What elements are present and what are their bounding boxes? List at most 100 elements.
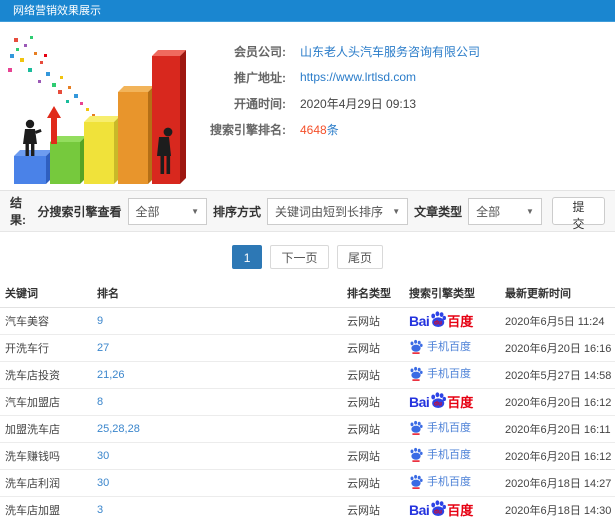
open-time-value: 2020年4月29日 09:13 xyxy=(300,96,417,111)
mobile-baidu-paw-icon xyxy=(410,420,423,435)
col-header-keyword: 关键词 xyxy=(0,280,92,308)
rank-value-link[interactable]: 30 xyxy=(97,450,109,462)
table-row: 汽车美容 9 云网站 Bai du 百度 2020年6月5日 11:24 xyxy=(0,307,615,335)
updated-cell: 2020年6月20日 16:12 xyxy=(500,388,615,416)
col-header-rank-type: 排名类型 xyxy=(342,280,404,308)
rank-cell: 21,26 xyxy=(92,361,342,389)
table-row: 汽车加盟店 8 云网站 Bai du 百度 2020年6月20日 16:12 xyxy=(0,388,615,416)
rank-value-link[interactable]: 27 xyxy=(97,342,109,354)
rank-cell: 8 xyxy=(92,388,342,416)
updated-cell: 2020年6月20日 16:11 xyxy=(500,415,615,443)
rank-type-cell: 云网站 xyxy=(342,361,404,389)
svg-text:du: du xyxy=(434,400,442,407)
keyword-cell: 开洗车行 xyxy=(0,334,92,362)
pagination: 1 下一页 尾页 xyxy=(0,232,615,280)
engine-filter-label: 分搜索引擎查看 xyxy=(37,204,122,219)
promo-url-label: 推广地址: xyxy=(234,70,286,85)
last-page-button[interactable]: 尾页 xyxy=(336,245,383,269)
rank-value-link[interactable]: 25,28,28 xyxy=(97,423,140,435)
page-header: 网络营销效果展示 xyxy=(0,0,615,22)
company-name-link[interactable]: 山东老人头汽车服务咨询有限公司 xyxy=(300,43,480,60)
rank-value-link[interactable]: 8 xyxy=(97,396,103,408)
rank-type-cell: 云网站 xyxy=(342,307,404,335)
confetti-dots xyxy=(8,36,95,117)
rank-cell: 3 xyxy=(92,496,342,520)
updated-cell: 2020年5月27日 14:58 xyxy=(500,361,615,389)
updated-cell: 2020年6月18日 14:27 xyxy=(500,469,615,497)
info-row-url: 推广地址: https://www.lrtlsd.com xyxy=(190,64,480,90)
submit-button[interactable]: 提交 xyxy=(551,197,605,231)
company-label: 会员公司: xyxy=(234,44,286,59)
table-row: 洗车店加盟 3 云网站 Bai du 百度 2020年6月18日 14:30 xyxy=(0,496,615,520)
open-time-label: 开通时间: xyxy=(234,96,286,111)
chevron-down-icon: ▼ xyxy=(392,206,401,216)
updated-cell: 2020年6月18日 14:30 xyxy=(500,496,615,520)
rank-cell: 30 xyxy=(92,442,342,470)
engine-cell: Bai du 百度 xyxy=(404,307,500,335)
rank-value-link[interactable]: 9 xyxy=(97,315,103,327)
rank-cell: 27 xyxy=(92,334,342,362)
sort-label: 排序方式 xyxy=(213,204,262,219)
chevron-down-icon: ▼ xyxy=(525,206,534,216)
bar-yellow xyxy=(84,116,120,184)
bar-orange xyxy=(118,86,154,184)
engine-cell: Bai du 百度 xyxy=(404,388,500,416)
info-row-rank-count: 搜索引擎排名: 4648条 xyxy=(190,116,480,142)
table-row: 加盟洗车店 25,28,28 云网站 Bai du 百度 xyxy=(0,415,615,443)
mobile-baidu-logo: 手机百度 xyxy=(409,365,471,381)
keyword-cell: 洗车赚钱吗 xyxy=(0,442,92,470)
col-header-rank: 排名 xyxy=(92,280,342,308)
keyword-cell: 加盟洗车店 xyxy=(0,415,92,443)
updated-cell: 2020年6月5日 11:24 xyxy=(500,307,615,335)
promo-url-link[interactable]: https://www.lrtlsd.com xyxy=(300,70,416,84)
engine-rank-value: 4648条 xyxy=(300,121,339,138)
company-info-list: 会员公司: 山东老人头汽车服务咨询有限公司 推广地址: https://www.… xyxy=(190,28,480,190)
page-title: 网络营销效果展示 xyxy=(13,5,101,17)
rank-type-cell: 云网站 xyxy=(342,334,404,362)
rank-unit: 条 xyxy=(326,122,339,137)
mobile-baidu-logo: 手机百度 xyxy=(409,419,471,435)
article-type-select[interactable]: 全部 ▼ xyxy=(468,197,542,225)
table-row: 洗车赚钱吗 30 云网站 Bai du 百度 xyxy=(0,442,615,470)
sort-value: 关键词由短到长排序 xyxy=(275,204,384,219)
rank-count: 4648 xyxy=(300,122,327,137)
chevron-down-icon: ▼ xyxy=(191,206,200,216)
mobile-baidu-paw-icon xyxy=(410,366,423,381)
table-header-row: 关键词 排名 排名类型 搜索引擎类型 最新更新时间 xyxy=(0,280,615,308)
filter-controls: 分搜索引擎查看 全部 ▼ 排序方式 关键词由短到长排序 ▼ 文章类型 全部 ▼ … xyxy=(37,197,605,231)
col-header-engine-type: 搜索引擎类型 xyxy=(404,280,500,308)
baidu-logo: Bai du 百度 xyxy=(409,310,473,330)
rank-type-cell: 云网站 xyxy=(342,469,404,497)
keyword-cell: 汽车美容 xyxy=(0,307,92,335)
rank-type-cell: 云网站 xyxy=(342,442,404,470)
keyword-cell: 汽车加盟店 xyxy=(0,388,92,416)
result-label: 结果: xyxy=(10,196,26,227)
engine-rank-label: 搜索引擎排名: xyxy=(210,122,286,137)
rank-value-link[interactable]: 21,26 xyxy=(97,369,125,381)
col-header-updated: 最新更新时间 xyxy=(500,280,615,308)
company-info-section: 会员公司: 山东老人头汽车服务咨询有限公司 推广地址: https://www.… xyxy=(0,22,615,190)
engine-cell: Bai du 百度 xyxy=(404,361,500,389)
mobile-baidu-logo: 手机百度 xyxy=(409,338,471,354)
mobile-baidu-paw-icon xyxy=(410,447,423,462)
rank-cell: 30 xyxy=(92,469,342,497)
mobile-baidu-paw-icon xyxy=(410,474,423,489)
engine-cell: Bai du 百度 xyxy=(404,496,500,520)
sort-select[interactable]: 关键词由短到长排序 ▼ xyxy=(267,197,409,225)
mobile-baidu-paw-icon xyxy=(410,339,423,354)
svg-text:du: du xyxy=(434,319,442,326)
baidu-paw-icon: du xyxy=(431,499,447,516)
results-table: 关键词 排名 排名类型 搜索引擎类型 最新更新时间 汽车美容 9 云网站 Bai xyxy=(0,280,615,520)
baidu-logo: Bai du 百度 xyxy=(409,391,473,411)
article-type-value: 全部 xyxy=(476,204,501,219)
keyword-cell: 洗车店投资 xyxy=(0,361,92,389)
baidu-logo: Bai du 百度 xyxy=(409,499,473,519)
table-row: 洗车店投资 21,26 云网站 Bai du 百度 xyxy=(0,361,615,389)
rank-value-link[interactable]: 3 xyxy=(97,504,103,516)
engine-filter-select[interactable]: 全部 ▼ xyxy=(127,197,208,225)
info-row-open-time: 开通时间: 2020年4月29日 09:13 xyxy=(190,90,480,116)
rank-value-link[interactable]: 30 xyxy=(97,477,109,489)
page-button-current[interactable]: 1 xyxy=(232,245,263,269)
engine-filter-value: 全部 xyxy=(135,204,160,219)
next-page-button[interactable]: 下一页 xyxy=(270,245,329,269)
